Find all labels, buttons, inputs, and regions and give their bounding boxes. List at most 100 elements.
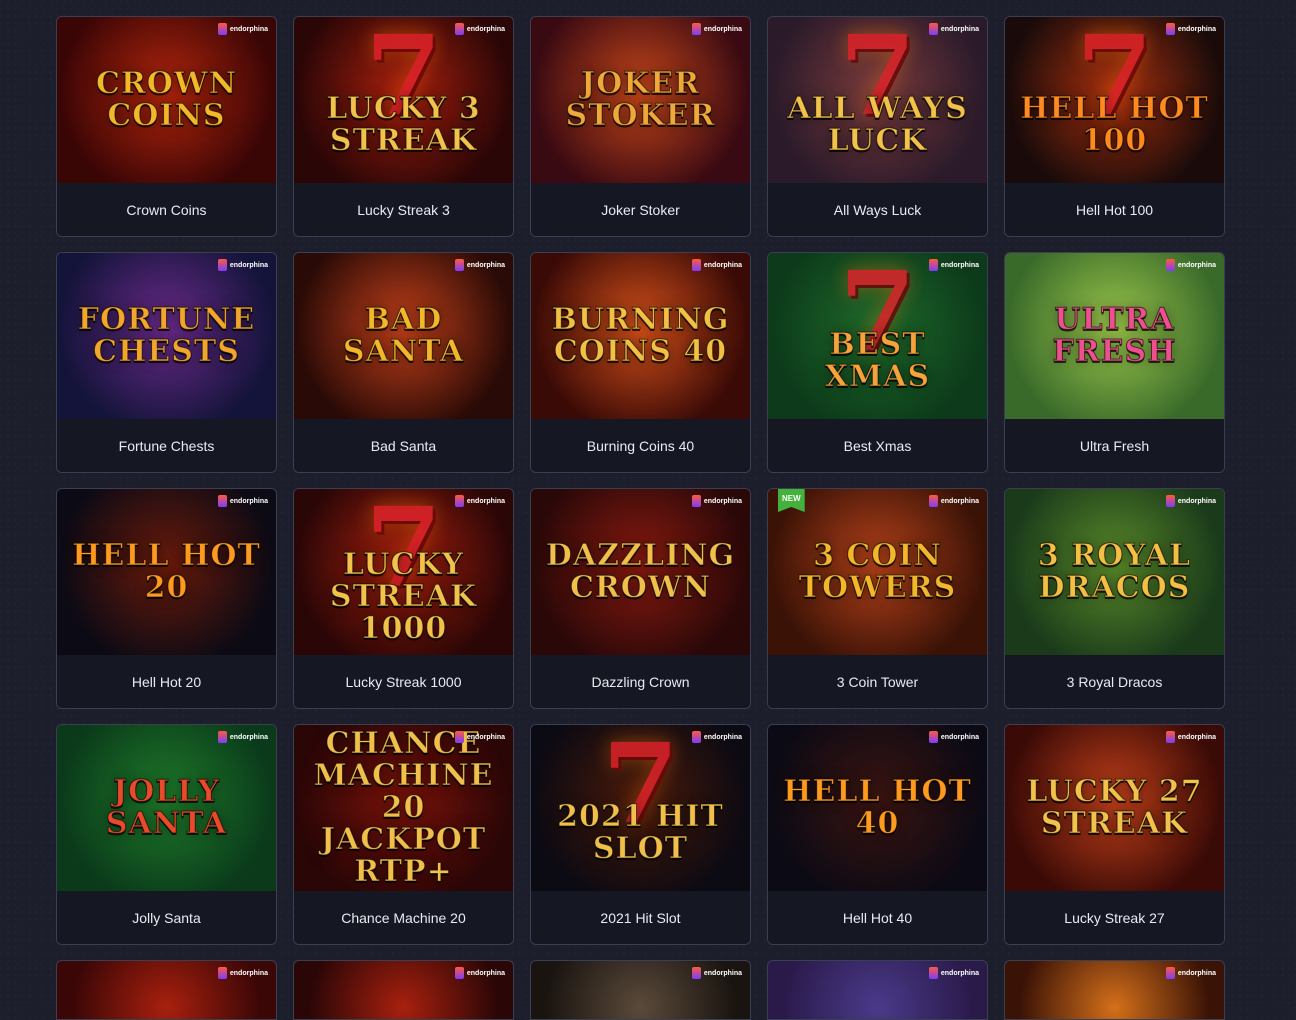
game-title[interactable]: Lucky Streak 27	[1005, 891, 1224, 944]
game-card[interactable]: 7 Lucky STREAK 1000 endorphina Lucky Streak…	[293, 488, 514, 709]
provider-badge: endorphina	[1165, 967, 1216, 979]
game-thumbnail[interactable]: 7 Lucky STREAK 1000 endorphina	[294, 489, 513, 655]
game-title[interactable]: Chance Machine 20	[294, 891, 513, 944]
game-card[interactable]: 7 2021 HIT SLOT endorphina 2021 Hit Slot	[530, 724, 751, 945]
provider-badge: endorphina	[217, 967, 268, 979]
game-title[interactable]: Joker Stoker	[531, 183, 750, 236]
game-thumbnail[interactable]: HELL HOT 20 endorphina	[57, 489, 276, 655]
endorphina-logo-icon	[1165, 731, 1175, 743]
game-thumbnail[interactable]: JOLLY SANTA endorphina	[57, 725, 276, 891]
game-card[interactable]: 7 All Ways LUCK endorphina All Ways Luck	[767, 16, 988, 237]
game-thumbnail[interactable]: 3 COIN TOWERS endorphina NEW	[768, 489, 987, 655]
game-card[interactable]: Dazzling Crown endorphina Dazzling Crown	[530, 488, 751, 709]
provider-label: endorphina	[229, 969, 268, 977]
game-card-partial[interactable]: endorphina	[56, 960, 277, 1020]
game-thumbnail[interactable]: 7 Best Xmas endorphina	[768, 253, 987, 419]
game-title[interactable]: 3 Royal Dracos	[1005, 655, 1224, 708]
game-title[interactable]: 2021 Hit Slot	[531, 891, 750, 944]
game-logo: CHANCE machine 20 JACKPOT RTP+	[313, 726, 494, 889]
game-logo: JOLLY SANTA	[105, 774, 228, 841]
game-title[interactable]: Hell Hot 40	[768, 891, 987, 944]
game-thumbnail[interactable]: 7 HELL HOT 100 endorphina	[1005, 17, 1224, 183]
game-thumbnail[interactable]: HELL HOT 40 endorphina	[768, 725, 987, 891]
game-card-partial[interactable]: endorphina	[1004, 960, 1225, 1020]
game-card[interactable]: 3 COIN TOWERS endorphina NEW 3 Coin Tower	[767, 488, 988, 709]
provider-badge: endorphina	[217, 259, 268, 271]
game-thumbnail[interactable]: 7 Lucky 3 STREAK endorphina	[294, 17, 513, 183]
game-title[interactable]: Bad Santa	[294, 419, 513, 472]
game-card[interactable]: HELL HOT 40 endorphina Hell Hot 40	[767, 724, 988, 945]
provider-badge: endorphina	[691, 731, 742, 743]
game-title[interactable]: Best Xmas	[768, 419, 987, 472]
game-card[interactable]: CHANCE machine 20 JACKPOT RTP+ endorphina…	[293, 724, 514, 945]
game-thumbnail[interactable]: 7 2021 HIT SLOT endorphina	[531, 725, 750, 891]
endorphina-logo-icon	[691, 967, 701, 979]
provider-label: endorphina	[1177, 733, 1216, 741]
game-title[interactable]: All Ways Luck	[768, 183, 987, 236]
game-thumbnail[interactable]: 3 ROYAL DRACOS endorphina	[1005, 489, 1224, 655]
provider-label: endorphina	[1177, 261, 1216, 269]
game-card[interactable]: FORTUNE CHESTS endorphina Fortune Chests	[56, 252, 277, 473]
game-card[interactable]: BAD SANTA endorphina Bad Santa	[293, 252, 514, 473]
game-title[interactable]: Crown Coins	[57, 183, 276, 236]
provider-label: endorphina	[466, 261, 505, 269]
provider-label: endorphina	[1177, 969, 1216, 977]
endorphina-logo-icon	[691, 259, 701, 271]
game-card-partial[interactable]: endorphina	[767, 960, 988, 1020]
provider-label: endorphina	[940, 969, 979, 977]
provider-label: endorphina	[466, 733, 505, 741]
game-card-partial[interactable]: endorphina	[293, 960, 514, 1020]
game-title[interactable]: Dazzling Crown	[531, 655, 750, 708]
game-title[interactable]: 3 Coin Tower	[768, 655, 987, 708]
provider-label: endorphina	[703, 733, 742, 741]
provider-badge: endorphina	[1165, 23, 1216, 35]
game-thumbnail[interactable]: CROWN COINS endorphina	[57, 17, 276, 183]
game-card[interactable]: Ultra Fresh endorphina Ultra Fresh	[1004, 252, 1225, 473]
game-card[interactable]: BURNING COINS 40 endorphina Burning Coins …	[530, 252, 751, 473]
game-title[interactable]: Lucky Streak 1000	[294, 655, 513, 708]
game-thumbnail[interactable]: CHANCE machine 20 JACKPOT RTP+ endorphina	[294, 725, 513, 891]
provider-label: endorphina	[466, 497, 505, 505]
provider-badge: endorphina	[454, 259, 505, 271]
game-card[interactable]: CROWN COINS endorphina Crown Coins	[56, 16, 277, 237]
game-card[interactable]: 7 HELL HOT 100 endorphina Hell Hot 100	[1004, 16, 1225, 237]
game-title[interactable]: Fortune Chests	[57, 419, 276, 472]
endorphina-logo-icon	[691, 495, 701, 507]
provider-label: endorphina	[703, 969, 742, 977]
game-card[interactable]: JOKER STOKER endorphina Joker Stoker	[530, 16, 751, 237]
game-title[interactable]: Burning Coins 40	[531, 419, 750, 472]
game-title[interactable]: Jolly Santa	[57, 891, 276, 944]
game-card-partial[interactable]: endorphina	[530, 960, 751, 1020]
game-logo: HELL HOT 20	[72, 538, 261, 605]
provider-badge: endorphina	[1165, 259, 1216, 271]
game-logo: 3 COIN TOWERS	[798, 538, 957, 605]
endorphina-logo-icon	[691, 23, 701, 35]
game-card[interactable]: HELL HOT 20 endorphina Hell Hot 20	[56, 488, 277, 709]
game-card[interactable]: 7 Best Xmas endorphina Best Xmas	[767, 252, 988, 473]
game-thumbnail[interactable]: 7 All Ways LUCK endorphina	[768, 17, 987, 183]
game-thumbnail[interactable]: Dazzling Crown endorphina	[531, 489, 750, 655]
game-card[interactable]: 7 Lucky 3 STREAK endorphina Lucky Streak 3	[293, 16, 514, 237]
provider-badge: endorphina	[691, 23, 742, 35]
game-thumbnail[interactable]: FORTUNE CHESTS endorphina	[57, 253, 276, 419]
game-thumbnail[interactable]: JOKER STOKER endorphina	[531, 17, 750, 183]
game-card[interactable]: JOLLY SANTA endorphina Jolly Santa	[56, 724, 277, 945]
endorphina-logo-icon	[217, 259, 227, 271]
game-thumbnail[interactable]: BAD SANTA endorphina	[294, 253, 513, 419]
endorphina-logo-icon	[217, 495, 227, 507]
game-thumbnail[interactable]: Lucky 27 STREAK endorphina	[1005, 725, 1224, 891]
endorphina-logo-icon	[217, 967, 227, 979]
provider-badge: endorphina	[928, 23, 979, 35]
provider-label: endorphina	[940, 25, 979, 33]
game-card[interactable]: 3 ROYAL DRACOS endorphina 3 Royal Dracos	[1004, 488, 1225, 709]
game-title[interactable]: Lucky Streak 3	[294, 183, 513, 236]
game-thumbnail[interactable]: Ultra Fresh endorphina	[1005, 253, 1224, 419]
game-title[interactable]: Hell Hot 100	[1005, 183, 1224, 236]
game-thumbnail[interactable]: BURNING COINS 40 endorphina	[531, 253, 750, 419]
provider-badge: endorphina	[1165, 495, 1216, 507]
game-title[interactable]: Hell Hot 20	[57, 655, 276, 708]
game-card[interactable]: Lucky 27 STREAK endorphina Lucky Streak 27	[1004, 724, 1225, 945]
game-title[interactable]: Ultra Fresh	[1005, 419, 1224, 472]
provider-badge: endorphina	[217, 731, 268, 743]
endorphina-logo-icon	[217, 731, 227, 743]
